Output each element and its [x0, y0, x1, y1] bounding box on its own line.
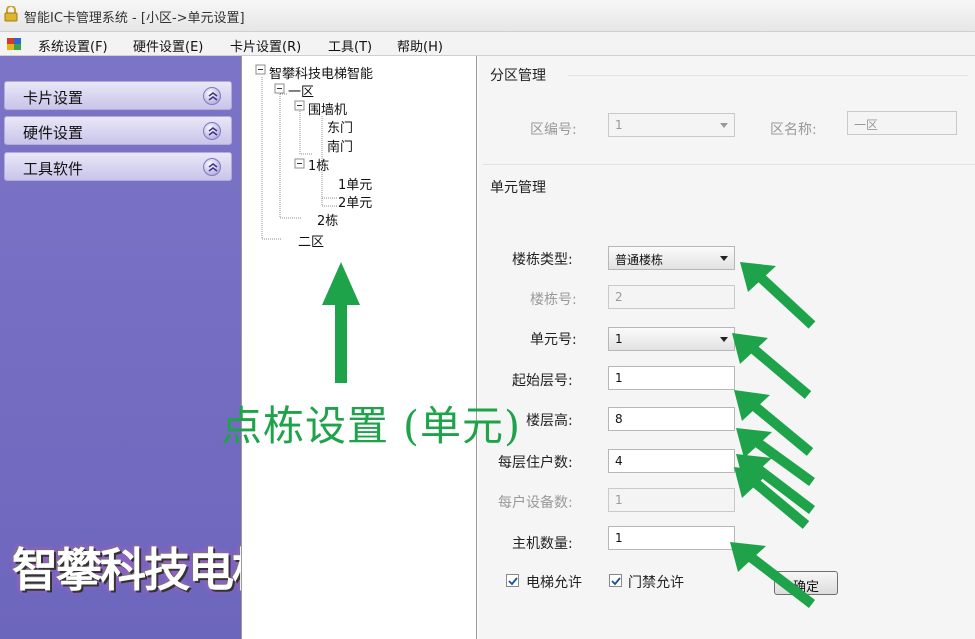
dropdown-arrow-icon [720, 256, 728, 261]
zone-name-label: 区名称: [770, 122, 817, 138]
sidebar-item-label: 卡片设置 [23, 89, 84, 107]
unit-number-value: 1 [615, 332, 623, 346]
window-title: 智能IC卡管理系统 - [小区->单元设置] [24, 11, 245, 26]
tree-node-building1[interactable]: 1栋 [308, 155, 329, 174]
sidebar-hardware-settings-button[interactable]: 硬件设置 [4, 116, 232, 145]
elevator-allow-label[interactable]: 电梯允许 [526, 572, 582, 592]
floor-height-label: 楼层高: [526, 413, 573, 429]
tree-node-zone2[interactable]: 二区 [298, 231, 324, 250]
building-number-label: 楼栋号: [530, 292, 577, 308]
sidebar-tools-software-button[interactable]: 工具软件 [4, 152, 232, 181]
check-icon [611, 577, 621, 586]
zone-number-label: 区编号: [530, 122, 577, 138]
households-per-floor-label: 每层住户数: [498, 455, 573, 471]
tree-panel: 智攀科技电梯智能 一区 围墙机 东门 南门 1栋 1单元 2单元 2栋 二区 [241, 56, 477, 639]
menu-system-settings[interactable]: 系统设置(F) [38, 36, 108, 55]
tree-connector-lines [255, 64, 337, 240]
floor-height-value: 8 [615, 412, 623, 426]
building-type-select[interactable]: 普通楼栋 [608, 246, 735, 270]
floor-height-input[interactable]: 8 [608, 407, 735, 431]
devices-per-household-field[interactable]: 1 [608, 488, 735, 512]
tree-node-root[interactable]: 智攀科技电梯智能 [269, 63, 373, 82]
households-per-floor-value: 4 [615, 454, 623, 468]
annotation-caption: 点栋设置 (单元) [221, 402, 522, 450]
start-floor-label: 起始层号: [512, 373, 573, 389]
building-type-label: 楼栋类型: [512, 252, 573, 268]
tree-node-unit1[interactable]: 1单元 [338, 174, 372, 193]
host-count-input[interactable]: 1 [608, 526, 735, 550]
zone-number-value: 1 [615, 118, 623, 132]
chevron-up-icon[interactable] [203, 87, 221, 105]
app-menu-icon[interactable] [6, 36, 22, 52]
tree-node-building2[interactable]: 2栋 [317, 210, 338, 229]
confirm-button[interactable]: 确定 [774, 571, 838, 595]
devices-per-household-value: 1 [615, 493, 623, 507]
menu-hardware-settings[interactable]: 硬件设置(E) [133, 36, 203, 55]
dropdown-arrow-icon [720, 123, 728, 128]
host-count-label: 主机数量: [512, 536, 573, 552]
menu-tools[interactable]: 工具(T) [328, 36, 372, 55]
unit-number-label: 单元号: [530, 332, 577, 348]
zone-number-select[interactable]: 1 [608, 113, 735, 137]
households-per-floor-input[interactable]: 4 [608, 449, 735, 473]
zone-name-field[interactable]: 一区 [847, 111, 957, 135]
lock-app-icon [4, 6, 18, 22]
settings-panel: 分区管理 区编号: 1 区名称: 一区 单元管理 楼栋类型: 普通楼栋 楼栋号:… [478, 56, 975, 639]
sidebar-card-settings-button[interactable]: 卡片设置 [4, 81, 232, 110]
section-divider [482, 164, 975, 165]
chevron-up-icon[interactable] [203, 122, 221, 140]
unit-section-title: 单元管理 [490, 180, 546, 196]
door-access-allow-label[interactable]: 门禁允许 [628, 572, 684, 592]
tree-node-unit2[interactable]: 2单元 [338, 192, 372, 211]
devices-per-household-label: 每户设备数: [498, 495, 573, 511]
tree-node-east-gate[interactable]: 东门 [327, 117, 353, 136]
sidebar-item-label: 硬件设置 [23, 124, 84, 142]
tree-node-wall-unit[interactable]: 围墙机 [308, 99, 347, 118]
host-count-value: 1 [615, 531, 623, 545]
building-number-field[interactable]: 2 [608, 285, 735, 309]
sidebar-item-label: 工具软件 [23, 160, 84, 178]
building-type-value: 普通楼栋 [615, 253, 664, 267]
zone-name-value: 一区 [854, 118, 879, 132]
door-access-allow-checkbox[interactable] [609, 574, 622, 587]
chevron-up-icon[interactable] [203, 158, 221, 176]
title-bar: 智能IC卡管理系统 - [小区->单元设置] [0, 0, 975, 32]
elevator-allow-checkbox[interactable] [506, 574, 519, 587]
building-number-value: 2 [615, 290, 623, 304]
check-icon [508, 577, 518, 586]
unit-number-select[interactable]: 1 [608, 327, 735, 351]
start-floor-value: 1 [615, 371, 623, 385]
dropdown-arrow-icon [720, 337, 728, 342]
menu-card-settings[interactable]: 卡片设置(R) [230, 36, 301, 55]
tree-node-zone1[interactable]: 一区 [288, 81, 314, 100]
section-divider [568, 75, 968, 76]
zone-section-title: 分区管理 [490, 68, 546, 84]
menu-bar: 系统设置(F) 硬件设置(E) 卡片设置(R) 工具(T) 帮助(H) [0, 32, 975, 56]
menu-help[interactable]: 帮助(H) [397, 36, 443, 55]
tree-node-south-gate[interactable]: 南门 [327, 136, 353, 155]
start-floor-input[interactable]: 1 [608, 366, 735, 390]
sidebar: 卡片设置 硬件设置 工具软件 智攀科技电梯智能 [0, 56, 366, 639]
